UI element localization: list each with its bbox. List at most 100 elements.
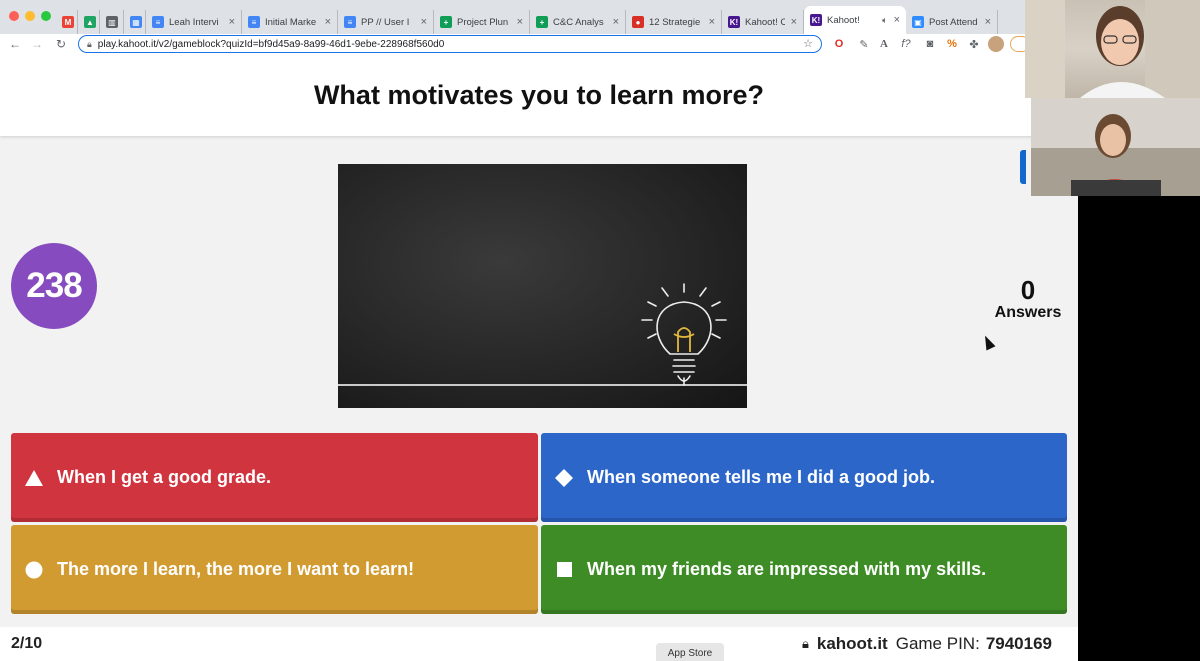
tab-title: PP // User I bbox=[361, 16, 410, 28]
close-tab-icon[interactable]: × bbox=[517, 16, 523, 28]
panels-icon: ▥ bbox=[106, 16, 118, 28]
video-tile-participant-1 bbox=[1025, 0, 1200, 98]
browser-tab[interactable]: ▲ bbox=[78, 10, 100, 34]
game-pin-value: 7940169 bbox=[985, 634, 1052, 653]
url-text: play.kahoot.it/v2/gameblock?quizId=bf9d4… bbox=[97, 38, 445, 50]
kahoot-game-page: What motivates you to learn more? 238 0 … bbox=[0, 54, 1078, 661]
question-title: What motivates you to learn more? bbox=[313, 79, 765, 110]
docs-icon: ≡ bbox=[248, 16, 260, 28]
tab-title: Initial Marke bbox=[265, 16, 317, 28]
browser-tab[interactable]: M bbox=[56, 10, 78, 34]
window-controls bbox=[9, 11, 51, 21]
lock-icon: 🔒︎ bbox=[801, 636, 809, 651]
countdown-timer: 238 bbox=[11, 243, 97, 329]
strategies-icon: ● bbox=[632, 16, 644, 28]
camera-extension-icon[interactable]: ◙ bbox=[922, 36, 938, 52]
answer-option-green[interactable]: When my friends are impressed with my sk… bbox=[541, 525, 1067, 614]
lightbulb-chalkboard-illustration bbox=[338, 283, 747, 386]
browser-tab[interactable]: ● 12 Strategie × bbox=[626, 10, 722, 34]
tab-title: Project Plun bbox=[457, 16, 509, 28]
speaker-icon[interactable]: 🔈︎ bbox=[882, 15, 887, 26]
puzzle-extensions-icon[interactable]: ✤ bbox=[966, 36, 982, 52]
opera-extension-icon[interactable]: O bbox=[831, 36, 847, 52]
pen-extension-icon[interactable]: ✎ bbox=[856, 36, 872, 52]
browser-tab[interactable]: ▣ Post Attend × bbox=[906, 10, 998, 34]
browser-tab-bar: M ▲ ▥ ▦ ≡ Leah Intervi × ≡ Initial Marke × ≡ PP // … bbox=[0, 0, 1030, 34]
answer-text: The more I learn, the more I want to lea… bbox=[57, 559, 415, 579]
mouse-cursor-icon bbox=[980, 333, 996, 351]
close-tab-icon[interactable]: × bbox=[421, 16, 427, 28]
browser-tab[interactable]: K! Kahoot! Cre × bbox=[722, 10, 804, 34]
browser-tab[interactable]: ▦ bbox=[124, 10, 146, 34]
triangle-icon bbox=[23, 467, 45, 489]
video-tile-participant-2 bbox=[1031, 98, 1200, 196]
browser-toolbar: ← → ↻ 🔒︎ play.kahoot.it/v2/gameblock?qui… bbox=[0, 34, 1030, 54]
reload-button[interactable]: ↻ bbox=[50, 37, 72, 51]
close-tab-icon[interactable]: × bbox=[229, 16, 235, 28]
answers-count-value: 0 bbox=[1020, 275, 1036, 305]
sheets-icon: + bbox=[440, 16, 452, 28]
app-store-tooltip: App Store bbox=[656, 643, 724, 661]
lock-icon: 🔒︎ bbox=[87, 38, 92, 49]
circle-icon bbox=[23, 559, 45, 581]
back-button[interactable]: ← bbox=[4, 37, 26, 51]
game-pin-info: 🔒︎ kahoot.it Game PIN: 7940169 bbox=[802, 634, 1052, 654]
browser-tab[interactable]: + Project Plun × bbox=[434, 10, 530, 34]
gmail-icon: M bbox=[62, 16, 74, 28]
tab-title: C&C Analys bbox=[553, 16, 604, 28]
kahoot-icon: K! bbox=[810, 14, 822, 26]
close-tab-icon[interactable]: × bbox=[709, 16, 715, 28]
answer-text: When someone tells me I did a good job. bbox=[587, 467, 936, 487]
kahoot-icon: K! bbox=[728, 16, 740, 28]
tab-title: Kahoot! Cre bbox=[745, 16, 785, 28]
forward-button[interactable]: → bbox=[26, 37, 48, 51]
browser-tab[interactable]: K! Kahoot! 🔈︎ × bbox=[804, 6, 906, 34]
formula-extension-icon[interactable]: f? bbox=[898, 36, 914, 52]
question-progress: 2/10 bbox=[11, 635, 43, 652]
game-pin-label: Game PIN: bbox=[895, 634, 980, 653]
tab-title: Post Attend bbox=[929, 16, 978, 28]
bookmark-star-icon[interactable]: ☆ bbox=[803, 37, 813, 50]
minimize-window-button[interactable] bbox=[25, 11, 35, 21]
answers-counter: 0 Answers bbox=[980, 276, 1076, 322]
question-image bbox=[338, 164, 747, 408]
close-tab-icon[interactable]: × bbox=[325, 16, 331, 28]
browser-tab[interactable]: ≡ Initial Marke × bbox=[242, 10, 338, 34]
tab-strip: M ▲ ▥ ▦ ≡ Leah Intervi × ≡ Initial Marke × ≡ PP // … bbox=[56, 6, 1030, 34]
address-bar[interactable]: 🔒︎ play.kahoot.it/v2/gameblock?quizId=bf… bbox=[78, 35, 822, 53]
game-footer: 2/10 🔒︎ kahoot.it Game PIN: 7940169 bbox=[0, 627, 1078, 661]
kahoot-brand-url: kahoot.it bbox=[816, 634, 888, 653]
tab-title: 12 Strategie bbox=[649, 16, 701, 28]
font-extension-icon[interactable]: A bbox=[876, 36, 892, 52]
square-icon bbox=[553, 559, 575, 581]
maximize-window-button[interactable] bbox=[41, 11, 51, 21]
zoom-icon: ▣ bbox=[912, 16, 924, 28]
browser-tab[interactable]: ≡ Leah Intervi × bbox=[146, 10, 242, 34]
skip-button-edge[interactable] bbox=[1020, 150, 1026, 184]
calendar-icon: ▦ bbox=[130, 16, 142, 28]
profile-avatar[interactable] bbox=[988, 36, 1004, 52]
docs-icon: ≡ bbox=[344, 16, 356, 28]
close-window-button[interactable] bbox=[9, 11, 19, 21]
answer-option-blue[interactable]: When someone tells me I did a good job. bbox=[541, 433, 1067, 522]
browser-tab[interactable]: ≡ PP // User I × bbox=[338, 10, 434, 34]
docs-icon: ≡ bbox=[152, 16, 164, 28]
close-tab-icon[interactable]: × bbox=[613, 16, 619, 28]
close-tab-icon[interactable]: × bbox=[894, 14, 900, 26]
answer-option-yellow[interactable]: The more I learn, the more I want to lea… bbox=[11, 525, 538, 614]
question-header: What motivates you to learn more? bbox=[0, 54, 1078, 136]
answer-option-red[interactable]: When I get a good grade. bbox=[11, 433, 538, 522]
browser-tab[interactable]: ▥ bbox=[100, 10, 124, 34]
diamond-icon bbox=[553, 467, 575, 489]
answer-text: When I get a good grade. bbox=[57, 467, 272, 487]
sheets-icon: + bbox=[536, 16, 548, 28]
percent-extension-icon[interactable]: % bbox=[944, 36, 960, 52]
video-panel-background bbox=[1078, 196, 1200, 661]
browser-tab[interactable]: + C&C Analys × bbox=[530, 10, 626, 34]
close-tab-icon[interactable]: × bbox=[985, 16, 991, 28]
close-tab-icon[interactable]: × bbox=[791, 16, 797, 28]
drive-icon: ▲ bbox=[84, 16, 96, 28]
answers-count-label: Answers bbox=[994, 304, 1062, 321]
answer-text: When my friends are impressed with my sk… bbox=[587, 559, 987, 579]
tab-title: Leah Intervi bbox=[169, 16, 219, 28]
